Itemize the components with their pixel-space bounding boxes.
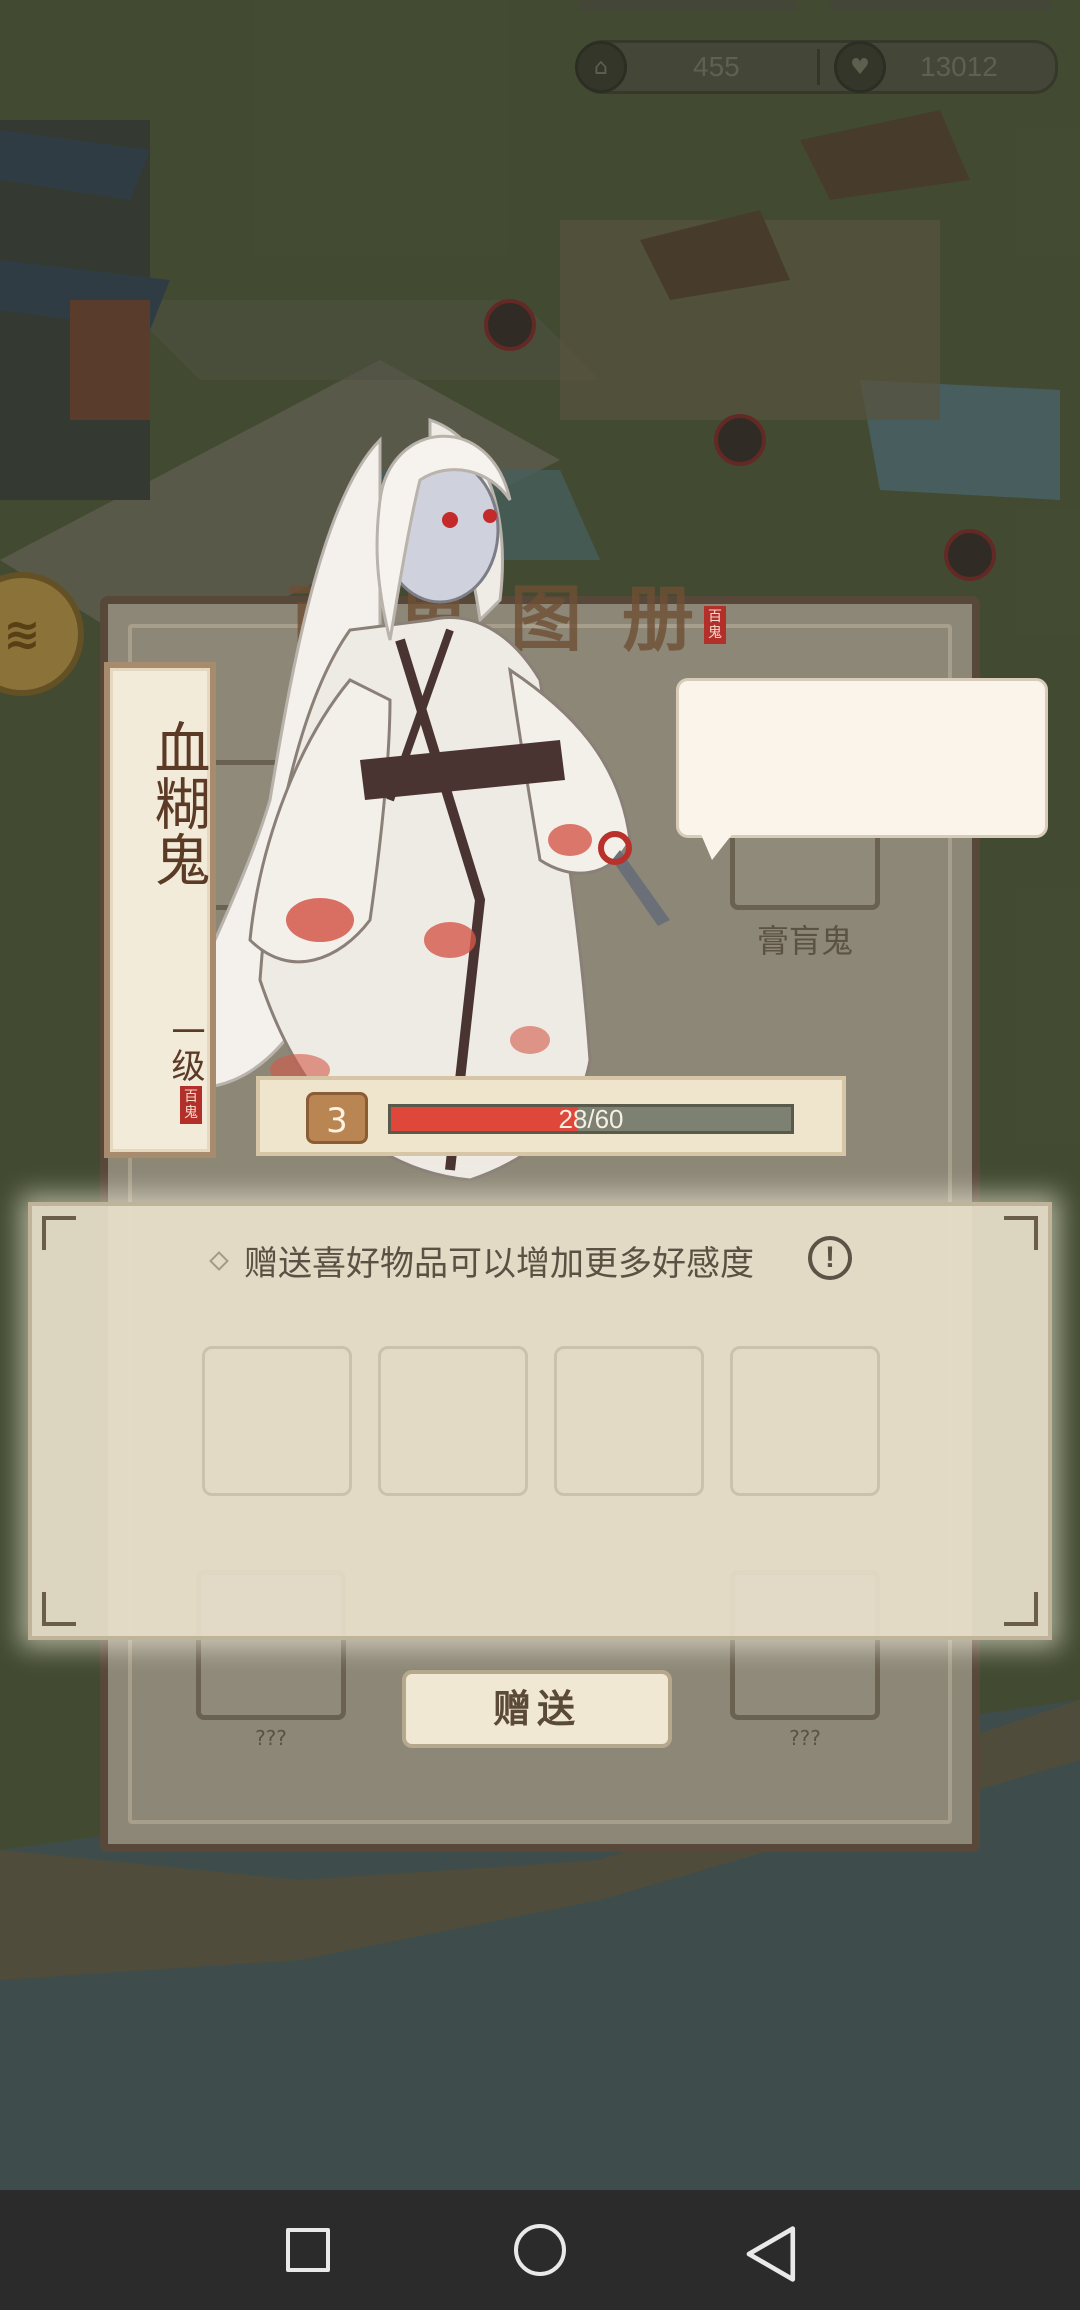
affinity-level-badge: 3 (306, 1092, 368, 1144)
character-name: 血糊鬼 (145, 719, 210, 887)
gift-item-slot[interactable] (730, 1346, 880, 1496)
panel-corner-ornament (42, 1216, 76, 1250)
recent-apps-button[interactable] (286, 2228, 330, 2272)
affinity-progress-label: 28/60 (558, 1104, 624, 1134)
system-navigation-bar (0, 2190, 1080, 2310)
affinity-panel: 3 28/60 (256, 1076, 846, 1156)
character-seal: 百鬼 (180, 1086, 202, 1124)
gift-tip-text: 赠送喜好物品可以增加更多好感度 (244, 1244, 754, 1284)
affinity-level: 3 (326, 1101, 348, 1141)
speech-bubble (676, 678, 1048, 838)
home-button[interactable] (514, 2224, 566, 2276)
gift-panel: 赠送喜好物品可以增加更多好感度 ! (28, 1202, 1052, 1640)
speech-bubble-tail (700, 832, 734, 860)
gift-item-slot[interactable] (378, 1346, 528, 1496)
panel-corner-ornament (1004, 1592, 1038, 1626)
gift-item-slot[interactable] (554, 1346, 704, 1496)
info-icon[interactable]: ! (808, 1236, 852, 1280)
give-gift-button[interactable]: 赠送 (402, 1670, 672, 1748)
gift-item-slot[interactable] (202, 1346, 352, 1496)
tip-bullet-icon (209, 1251, 229, 1271)
back-button[interactable] (742, 2224, 802, 2284)
ghost-card-name: ??? (255, 1726, 287, 1750)
panel-corner-ornament (42, 1592, 76, 1626)
affinity-progress-bar: 28/60 (388, 1104, 794, 1134)
character-level: 一级 (165, 1014, 205, 1082)
character-name-scroll: 血糊鬼 一级 百鬼 (104, 662, 216, 1158)
ghost-card-name: ??? (789, 1726, 821, 1750)
panel-corner-ornament (1004, 1216, 1038, 1250)
